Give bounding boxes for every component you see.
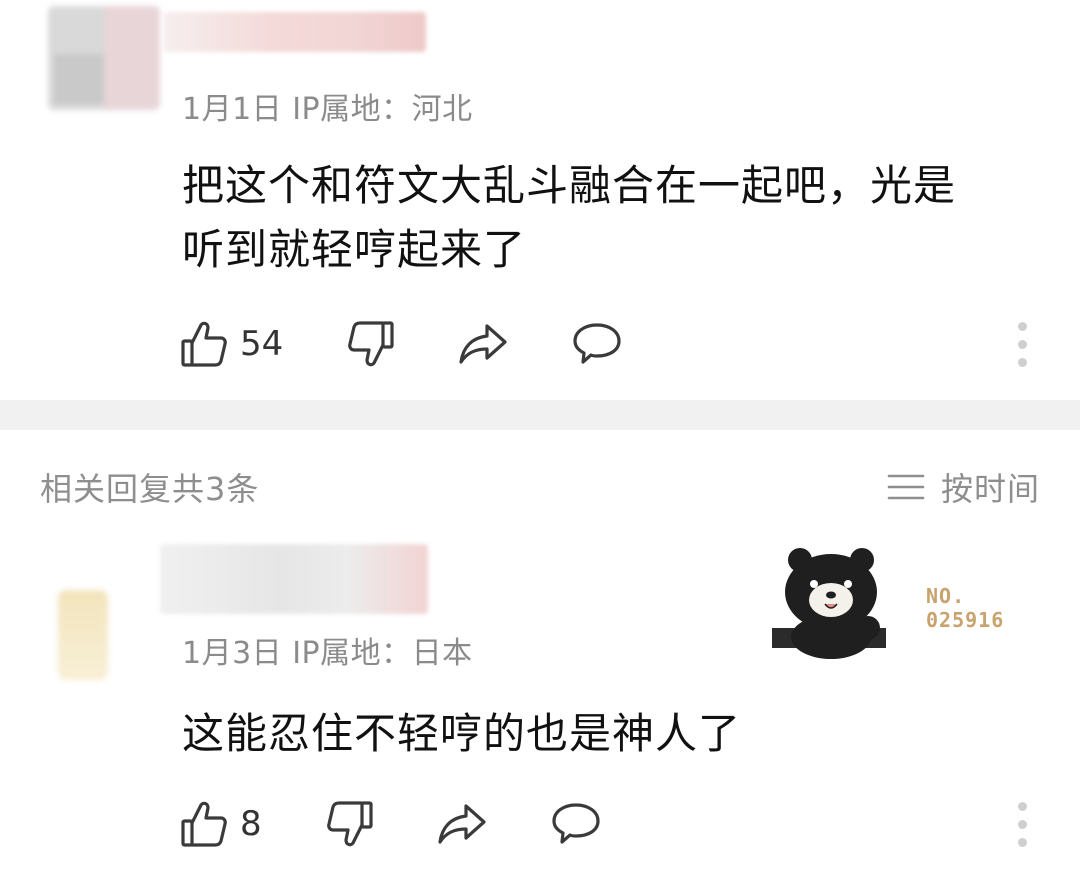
dislike-button[interactable] <box>347 319 395 369</box>
comment-card-2: NO. 025916 1月3日 IP属地：日本 这能忍住不轻哼的也是神人了 8 <box>0 520 1080 878</box>
share-button[interactable] <box>457 321 509 367</box>
badge-number: NO. 025916 <box>926 584 1005 632</box>
thumbs-up-icon <box>181 801 227 847</box>
avatar[interactable] <box>58 590 108 680</box>
thumbs-up-icon <box>181 321 227 367</box>
more-icon <box>1017 322 1027 331</box>
sort-icon <box>887 474 925 500</box>
like-button[interactable]: 54 <box>180 319 283 369</box>
comment-actions: 54 <box>180 316 623 372</box>
related-replies-title: 相关回复共3条 <box>40 470 260 508</box>
reply-button[interactable] <box>571 321 623 367</box>
comment-meta: 1月1日 IP属地：河北 <box>182 92 473 127</box>
comment-text-line: 听到就轻哼起来了 <box>182 225 527 274</box>
reply-button[interactable] <box>550 801 602 847</box>
thumbs-down-icon <box>326 801 373 847</box>
comment-text: 把这个和符文大乱斗融合在一起吧，光是 听到就轻哼起来了 <box>182 154 1042 282</box>
like-button[interactable]: 8 <box>180 799 262 849</box>
bear-badge-icon <box>772 548 886 659</box>
comment-card-1: 1月1日 IP属地：河北 把这个和符文大乱斗融合在一起吧，光是 听到就轻哼起来了… <box>0 0 1080 400</box>
username-blurred[interactable] <box>160 544 428 614</box>
share-icon <box>459 324 507 364</box>
comment-text-line: 把这个和符文大乱斗融合在一起吧，光是 <box>182 161 957 210</box>
share-button[interactable] <box>436 801 488 847</box>
sort-label: 按时间 <box>940 470 1040 508</box>
comment-icon <box>552 803 600 844</box>
comment-icon <box>573 323 621 364</box>
comment-text-line: 这能忍住不轻哼的也是神人了 <box>182 709 742 758</box>
comment-actions: 8 <box>180 796 602 852</box>
dislike-button[interactable] <box>326 799 374 849</box>
username-blurred[interactable] <box>164 12 426 52</box>
more-icon <box>1017 802 1027 811</box>
fan-badge: NO. 025916 <box>770 542 1030 666</box>
share-icon <box>438 804 486 844</box>
related-replies-header: 相关回复共3条 按时间 <box>0 446 1080 526</box>
like-count: 8 <box>240 804 262 844</box>
comment-meta: 1月3日 IP属地：日本 <box>182 636 473 671</box>
avatar[interactable] <box>48 6 160 110</box>
like-count: 54 <box>240 324 284 364</box>
more-options-button[interactable] <box>1016 322 1028 367</box>
comment-text: 这能忍住不轻哼的也是神人了 <box>182 702 1042 766</box>
more-options-button[interactable] <box>1016 802 1028 847</box>
section-divider <box>0 400 1080 430</box>
thumbs-down-icon <box>348 321 394 367</box>
sort-button[interactable]: 按时间 <box>887 464 1040 510</box>
